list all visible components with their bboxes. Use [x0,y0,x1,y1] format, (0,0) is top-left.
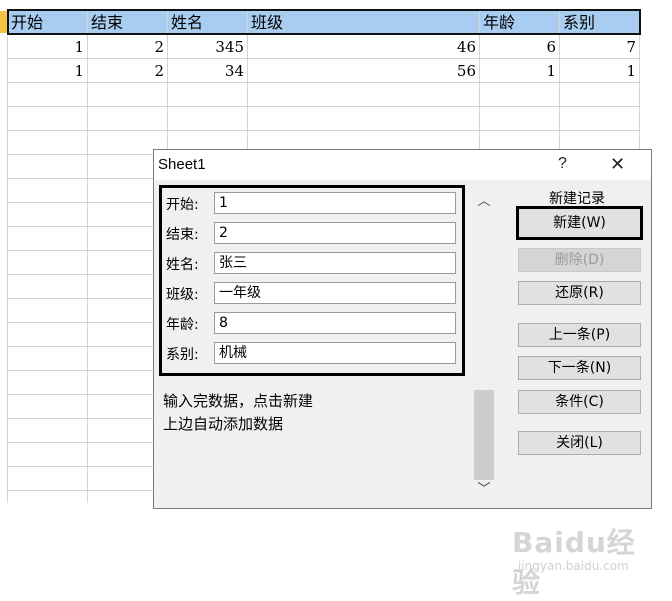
header-cell[interactable]: 系别 [560,11,640,35]
empty-row [8,107,640,131]
row-selection-marker [0,11,8,33]
field-end: 结束: 2 [162,222,462,244]
field-label: 年龄: [166,317,199,333]
instruction-text: 输入完数据，点击新建 上边自动添加数据 [163,390,313,436]
field-label: 班级: [166,287,199,303]
empty-cell[interactable] [8,443,88,467]
watermark: Baidu经验 jingyan.baidu.com [512,515,642,599]
empty-cell[interactable] [8,203,88,227]
empty-cell[interactable] [8,395,88,419]
field-start: 开始: 1 [162,192,462,214]
data-cell[interactable]: 345 [168,35,248,59]
empty-cell[interactable] [88,107,168,131]
department-input[interactable]: 机械 [214,342,456,364]
empty-cell[interactable] [560,83,640,107]
empty-cell[interactable] [8,347,88,371]
field-department: 系别: 机械 [162,342,462,364]
scroll-thumb[interactable] [474,390,494,480]
data-cell[interactable]: 2 [88,35,168,59]
data-cell[interactable]: 6 [480,35,560,59]
table-row: 1 2 34 56 1 1 [8,59,640,83]
next-button[interactable]: 下一条(N) [518,356,641,380]
chevron-down-icon[interactable]: ﹀ [472,478,496,497]
header-cell[interactable]: 年龄 [480,11,560,35]
field-label: 结束: [166,227,199,243]
field-class: 班级: 一年级 [162,282,462,304]
empty-cell[interactable] [248,107,480,131]
field-label: 系别: [166,347,199,363]
delete-button[interactable]: 删除(D) [518,248,641,272]
row-header-column [0,36,8,503]
field-name: 姓名: 张三 [162,252,462,274]
data-form-dialog: Sheet1 ? ✕ 开始: 1 结束: 2 姓名: 张三 班级: 一年级 年龄… [153,149,652,509]
empty-cell[interactable] [8,83,88,107]
record-status: 新建记录 [549,191,605,207]
empty-cell[interactable] [8,299,88,323]
help-button[interactable]: ? [558,155,567,173]
dialog-titlebar[interactable]: Sheet1 ? ✕ [154,150,651,180]
previous-button[interactable]: 上一条(P) [518,323,641,347]
empty-cell[interactable] [168,83,248,107]
header-cell[interactable]: 姓名 [168,11,248,35]
empty-cell[interactable] [480,83,560,107]
empty-cell[interactable] [8,227,88,251]
field-age: 年龄: 8 [162,312,462,334]
close-icon[interactable]: ✕ [610,154,625,175]
data-cell[interactable]: 7 [560,35,640,59]
instruction-line: 输入完数据，点击新建 [163,392,314,410]
header-cell[interactable]: 班级 [248,11,480,35]
empty-cell[interactable] [8,371,88,395]
close-button[interactable]: 关闭(L) [518,431,641,455]
data-cell[interactable]: 34 [168,59,248,83]
form-fields: 开始: 1 结束: 2 姓名: 张三 班级: 一年级 年龄: 8 系别: 机械 [159,185,465,376]
class-input[interactable]: 一年级 [214,282,456,304]
header-cell[interactable]: 开始 [8,11,88,35]
chevron-up-icon[interactable]: ︿ [472,190,496,209]
criteria-button[interactable]: 条件(C) [518,390,641,414]
data-cell[interactable]: 1 [8,59,88,83]
dialog-title: Sheet1 [158,156,206,173]
empty-cell[interactable] [8,251,88,275]
empty-cell[interactable] [560,107,640,131]
table-row: 1 2 345 46 6 7 [8,35,640,59]
data-cell[interactable]: 1 [480,59,560,83]
header-row: 开始 结束 姓名 班级 年龄 系别 [8,11,640,35]
new-button[interactable]: 新建(W) [516,206,643,240]
empty-cell[interactable] [168,107,248,131]
start-input[interactable]: 1 [214,192,456,214]
field-label: 姓名: [166,257,199,273]
empty-cell[interactable] [8,323,88,347]
name-input[interactable]: 张三 [214,252,456,274]
empty-cell[interactable] [8,155,88,179]
age-input[interactable]: 8 [214,312,456,334]
header-cell[interactable]: 结束 [88,11,168,35]
empty-cell[interactable] [8,419,88,443]
empty-cell[interactable] [480,107,560,131]
restore-button[interactable]: 还原(R) [518,281,641,305]
data-cell[interactable]: 2 [88,59,168,83]
empty-cell[interactable] [8,467,88,491]
empty-cell[interactable] [8,131,88,155]
empty-cell[interactable] [8,491,88,503]
empty-row [8,83,640,107]
data-cell[interactable]: 46 [248,35,480,59]
empty-cell[interactable] [88,83,168,107]
record-scrollbar[interactable]: ︿ ﹀ [472,186,496,498]
data-cell[interactable]: 1 [8,35,88,59]
data-cell[interactable]: 1 [560,59,640,83]
empty-cell[interactable] [248,83,480,107]
field-label: 开始: [166,197,199,213]
empty-cell[interactable] [8,179,88,203]
data-cell[interactable]: 56 [248,59,480,83]
instruction-line: 上边自动添加数据 [163,415,284,433]
empty-cell[interactable] [8,107,88,131]
empty-cell[interactable] [8,275,88,299]
end-input[interactable]: 2 [214,222,456,244]
watermark-url: jingyan.baidu.com [518,559,629,573]
